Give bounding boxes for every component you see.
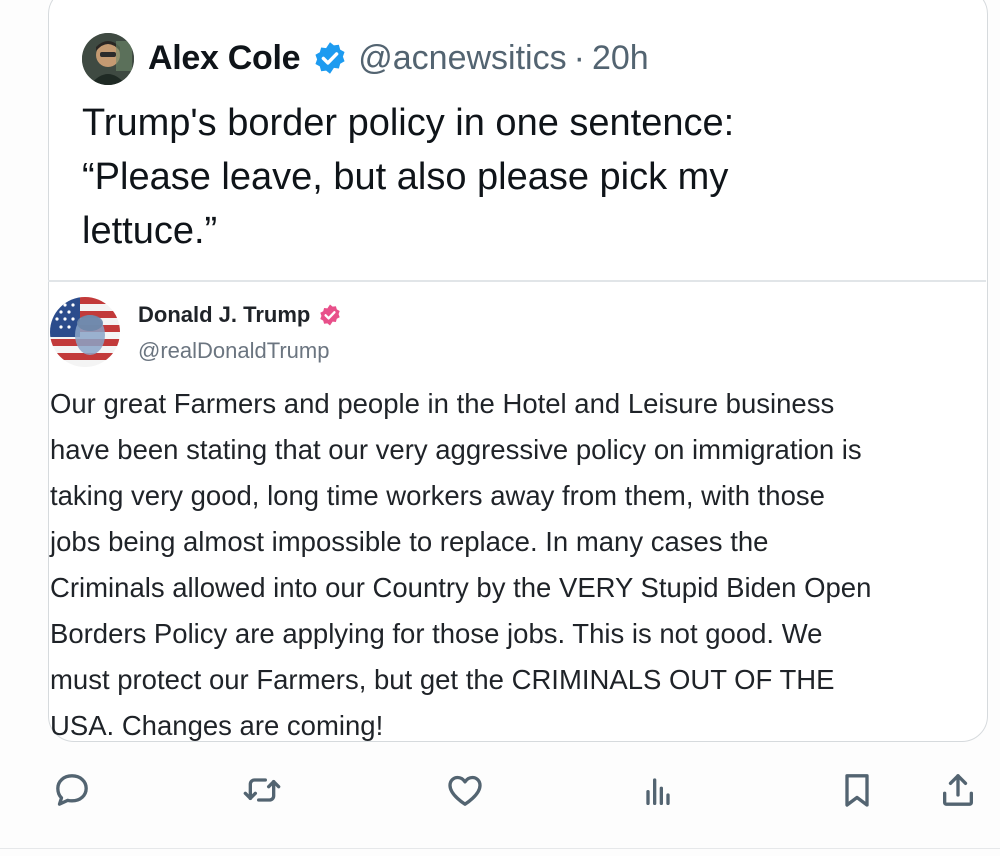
tweet-text: Trump's border policy in one sentence: “… xyxy=(82,96,942,258)
author-handle[interactable]: @acnewsitics xyxy=(358,39,566,78)
verified-badge-icon xyxy=(315,42,345,74)
bookmark-icon xyxy=(845,774,869,807)
quoted-author-handle[interactable]: @realDonaldTrump xyxy=(138,338,329,364)
quoted-author-name[interactable]: Donald J. Trump xyxy=(138,302,310,328)
quoted-header: Donald J. Trump xyxy=(138,302,342,328)
tweet-text-line: lettuce.” xyxy=(82,210,218,252)
retweet-icon xyxy=(243,778,281,802)
tweet-text-line: “Please leave, but also please pick my xyxy=(82,156,729,198)
reply-button[interactable] xyxy=(42,760,102,820)
author-name[interactable]: Alex Cole xyxy=(148,39,301,78)
quoted-text-line: USA. Changes are coming! xyxy=(50,710,384,741)
views-button[interactable] xyxy=(628,760,688,820)
verified-badge-icon xyxy=(320,304,341,326)
author-avatar[interactable] xyxy=(82,33,134,85)
quoted-text-line: have been stating that our very aggressi… xyxy=(50,434,862,465)
tweet-header: Alex Cole @acnewsitics · 20h xyxy=(148,30,649,86)
separator-dot: · xyxy=(573,38,585,77)
quoted-text-line: jobs being almost impossible to replace.… xyxy=(50,526,769,557)
retweet-button[interactable] xyxy=(232,760,292,820)
quoted-text-line: Borders Policy are applying for those jo… xyxy=(50,618,823,649)
quoted-text-line: taking very good, long time workers away… xyxy=(50,480,825,511)
tweet-text-line: Trump's border policy in one sentence: xyxy=(82,102,735,144)
tweet-timestamp[interactable]: 20h xyxy=(592,39,649,78)
views-icon xyxy=(646,778,670,805)
share-icon xyxy=(943,774,973,806)
quoted-author-avatar[interactable] xyxy=(50,297,120,367)
action-bar xyxy=(0,760,1000,820)
quoted-text-line: Criminals allowed into our Country by th… xyxy=(50,572,872,603)
share-button[interactable] xyxy=(928,760,988,820)
bottom-divider xyxy=(0,848,1000,849)
quoted-text-line: Our great Farmers and people in the Hote… xyxy=(50,388,835,419)
quoted-text-line: must protect our Farmers, but get the CR… xyxy=(50,664,835,695)
reply-icon xyxy=(56,774,88,806)
like-button[interactable] xyxy=(435,760,495,820)
quote-divider xyxy=(48,280,986,282)
like-icon xyxy=(448,775,482,806)
quoted-post-text: Our great Farmers and people in the Hote… xyxy=(50,381,990,749)
bookmark-button[interactable] xyxy=(827,760,887,820)
